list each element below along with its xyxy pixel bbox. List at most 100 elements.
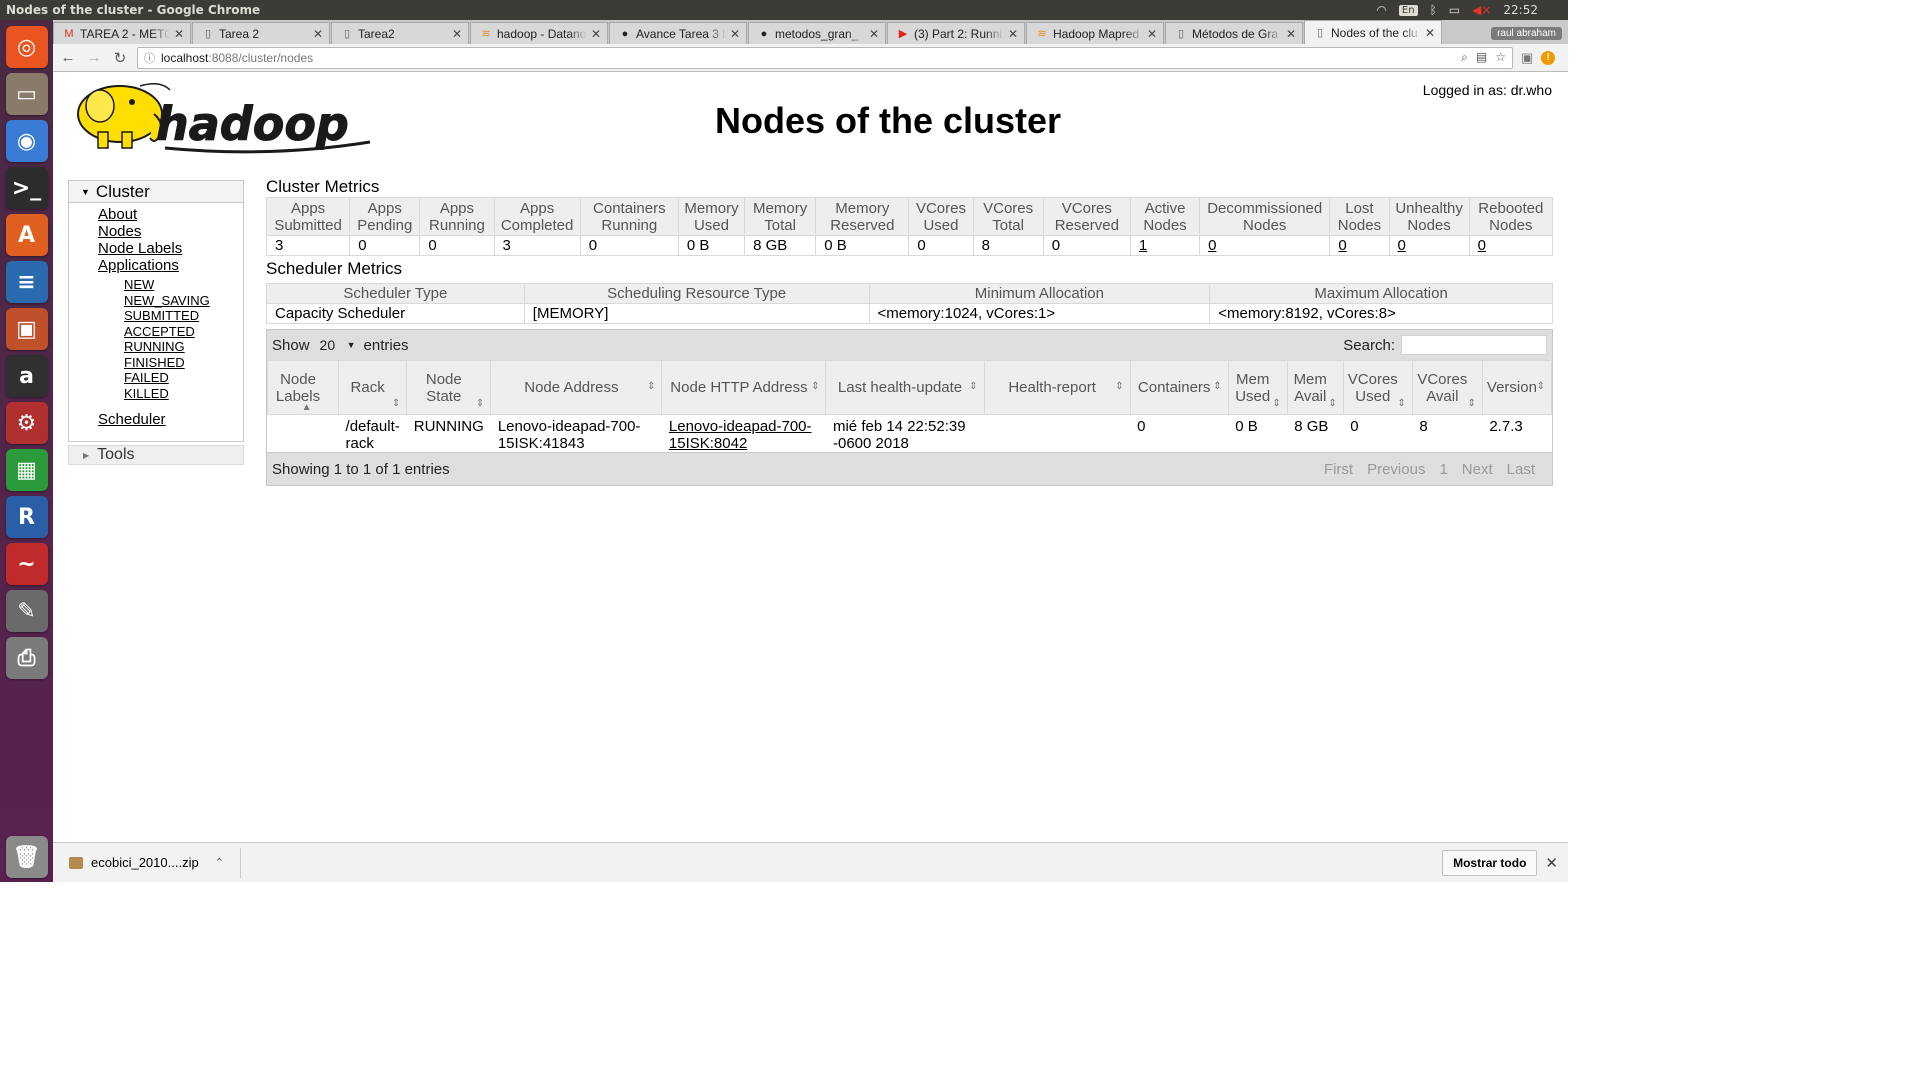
chevron-up-icon[interactable]: ⌃ [215, 856, 224, 869]
tab-close-icon[interactable]: ✕ [730, 27, 740, 41]
sort-arrows-icon[interactable]: ⇕ [392, 399, 400, 409]
metric-link[interactable]: 0 [1478, 237, 1486, 254]
profile-button[interactable]: raul abraham [1491, 27, 1562, 40]
evince-icon[interactable]: ~ [5, 543, 48, 585]
nodes-header-rack[interactable]: Rack ⇕ [338, 360, 408, 415]
extension-icon[interactable]: ▣ [1521, 50, 1533, 66]
browser-tab-6[interactable]: ● metodos_gran_ ✕ [748, 22, 886, 44]
pager-page-1-button[interactable]: 1 [1439, 461, 1447, 478]
calc-icon[interactable]: ▦ [5, 449, 48, 491]
search-input[interactable] [1401, 335, 1547, 355]
metric-link[interactable]: 0 [1398, 237, 1406, 254]
nodes-header-node-http-address[interactable]: Node HTTP Address ⇕ [661, 360, 827, 415]
battery-icon[interactable]: ▭ [1449, 3, 1460, 17]
browser-tab-5[interactable]: ● Avance Tarea 3 b ✕ [609, 22, 747, 44]
nav-link-node-labels[interactable]: Node Labels [98, 240, 243, 257]
pager-next-button[interactable]: Next [1462, 461, 1493, 478]
sort-arrows-icon[interactable]: ⇕ [1115, 382, 1123, 392]
node-http-address-link[interactable]: Lenovo-ideapad-700- 15ISK:8042 [669, 418, 812, 452]
pager-previous-button[interactable]: Previous [1367, 461, 1425, 478]
r-icon[interactable]: R [5, 496, 48, 538]
printer-icon[interactable]: ⎙ [5, 637, 48, 679]
close-icon[interactable]: ✕ [1545, 854, 1558, 872]
software-center-icon[interactable]: A [5, 214, 48, 256]
browser-tab-7[interactable]: ▶ (3) Part 2: Runni ✕ [887, 22, 1025, 44]
bookmark-star-icon[interactable]: ☆ [1495, 50, 1506, 65]
page-length-select[interactable]: 20 ▼ [317, 335, 358, 355]
tab-close-icon[interactable]: ✕ [174, 27, 184, 41]
browser-tab-9[interactable]: ▯ Métodos de Gra ✕ [1165, 22, 1303, 44]
browser-tab-8[interactable]: ≋ Hadoop Mapred ✕ [1026, 22, 1164, 44]
nodes-header-node-address[interactable]: Node Address ⇕ [490, 360, 663, 415]
browser-tab-3[interactable]: ▯ Tarea2 ✕ [331, 22, 469, 44]
sort-arrows-icon[interactable]: ⇕ [1467, 399, 1475, 409]
clock[interactable]: 22:52 [1503, 3, 1538, 17]
sort-arrows-icon[interactable]: ⇕ [647, 382, 655, 392]
metric-link[interactable]: 0 [1338, 237, 1346, 254]
browser-tab-10[interactable]: ▯ Nodes of the clu ✕ [1304, 20, 1442, 44]
show-all-downloads-button[interactable]: Mostrar todo [1442, 849, 1538, 876]
settings-icon[interactable]: ⚙ [5, 402, 48, 444]
nav-link-app-running[interactable]: RUNNING [124, 339, 243, 355]
ubuntu-dash-icon[interactable]: ◎ [5, 26, 48, 68]
sort-arrows-icon[interactable]: ⇕ [811, 382, 819, 392]
sort-arrows-icon[interactable]: ⇕ [1213, 382, 1221, 392]
sort-arrows-icon[interactable]: ⇕ [1397, 399, 1405, 409]
tab-close-icon[interactable]: ✕ [1425, 26, 1435, 40]
chrome-icon[interactable]: ◉ [5, 120, 48, 162]
address-bar[interactable]: ⓘ localhost:8088/cluster/nodes ⌕ ▤ ☆ [137, 46, 1513, 69]
pager-first-button[interactable]: First [1324, 461, 1353, 478]
nav-link-about[interactable]: About [98, 206, 243, 223]
nav-link-app-finished[interactable]: FINISHED [124, 355, 243, 371]
bluetooth-icon[interactable]: ᛒ [1430, 3, 1437, 17]
trash-icon[interactable]: 🗑 [5, 836, 48, 878]
sort-arrows-icon[interactable]: ▲ [302, 403, 312, 413]
nodes-header-mem-used[interactable]: Mem Used ⇕ [1227, 360, 1288, 415]
nav-link-app-new-saving[interactable]: NEW_SAVING [124, 293, 243, 309]
nodes-header-mem-avail[interactable]: Mem Avail ⇕ [1286, 360, 1344, 415]
reload-button[interactable]: ↻ [111, 49, 129, 67]
tab-close-icon[interactable]: ✕ [1008, 27, 1018, 41]
nav-link-app-failed[interactable]: FAILED [124, 370, 243, 386]
sort-arrows-icon[interactable]: ⇕ [1537, 382, 1545, 392]
nodes-header-health-report[interactable]: Health-report ⇕ [983, 360, 1131, 415]
tab-close-icon[interactable]: ✕ [591, 27, 601, 41]
volume-muted-icon[interactable]: ◀× [1472, 3, 1491, 17]
nodes-header-vcores-used[interactable]: VCores Used ⇕ [1342, 360, 1413, 415]
tools-nav-header[interactable]: ▶ Tools [68, 445, 244, 465]
wifi-icon[interactable]: ◠ [1376, 3, 1386, 17]
cluster-nav-header[interactable]: ▼ Cluster [69, 181, 243, 203]
nodes-header-containers[interactable]: Containers ⇕ [1129, 360, 1229, 415]
sort-arrows-icon[interactable]: ⇕ [1328, 399, 1336, 409]
nav-link-applications[interactable]: Applications [98, 257, 243, 274]
writer-icon[interactable]: ≡ [5, 261, 48, 303]
impress-icon[interactable]: ▣ [5, 308, 48, 350]
metric-link[interactable]: 0 [1208, 237, 1216, 254]
back-button[interactable]: ← [59, 49, 77, 66]
browser-tab-2[interactable]: ▯ Tarea 2 ✕ [192, 22, 330, 44]
nav-link-nodes[interactable]: Nodes [98, 223, 243, 240]
tab-close-icon[interactable]: ✕ [452, 27, 462, 41]
sort-arrows-icon[interactable]: ⇕ [476, 399, 484, 409]
tab-close-icon[interactable]: ✕ [869, 27, 879, 41]
translate-icon[interactable]: ▤ [1476, 50, 1487, 65]
page-info-icon[interactable]: ⓘ [144, 50, 155, 66]
browser-tab-1[interactable]: M TAREA 2 - METO ✕ [53, 22, 191, 44]
nodes-header-node-labels[interactable]: Node Labels ▲ [266, 360, 340, 415]
download-item[interactable]: ecobici_2010....zip ⌃ [69, 847, 241, 878]
metric-link[interactable]: 1 [1139, 237, 1147, 254]
sort-arrows-icon[interactable]: ⇕ [969, 382, 977, 392]
nav-link-app-submitted[interactable]: SUBMITTED [124, 308, 243, 324]
chrome-menu-alert-icon[interactable]: ! [1541, 50, 1556, 65]
forward-button[interactable]: → [85, 49, 103, 66]
sort-arrows-icon[interactable]: ⇕ [1272, 399, 1280, 409]
nodes-header-version[interactable]: Version ⇕ [1481, 360, 1553, 415]
nav-link-app-killed[interactable]: KILLED [124, 386, 243, 402]
nodes-header-node-state[interactable]: Node State ⇕ [406, 360, 492, 415]
nav-link-app-accepted[interactable]: ACCEPTED [124, 324, 243, 340]
amazon-icon[interactable]: a [5, 355, 48, 397]
nodes-header-last-health-update[interactable]: Last health-update ⇕ [825, 360, 985, 415]
hadoop-logo[interactable]: hadoop [70, 80, 380, 158]
browser-tab-4[interactable]: ≋ hadoop - Datano ✕ [470, 22, 608, 44]
zoom-icon[interactable]: ⌕ [1461, 50, 1468, 65]
